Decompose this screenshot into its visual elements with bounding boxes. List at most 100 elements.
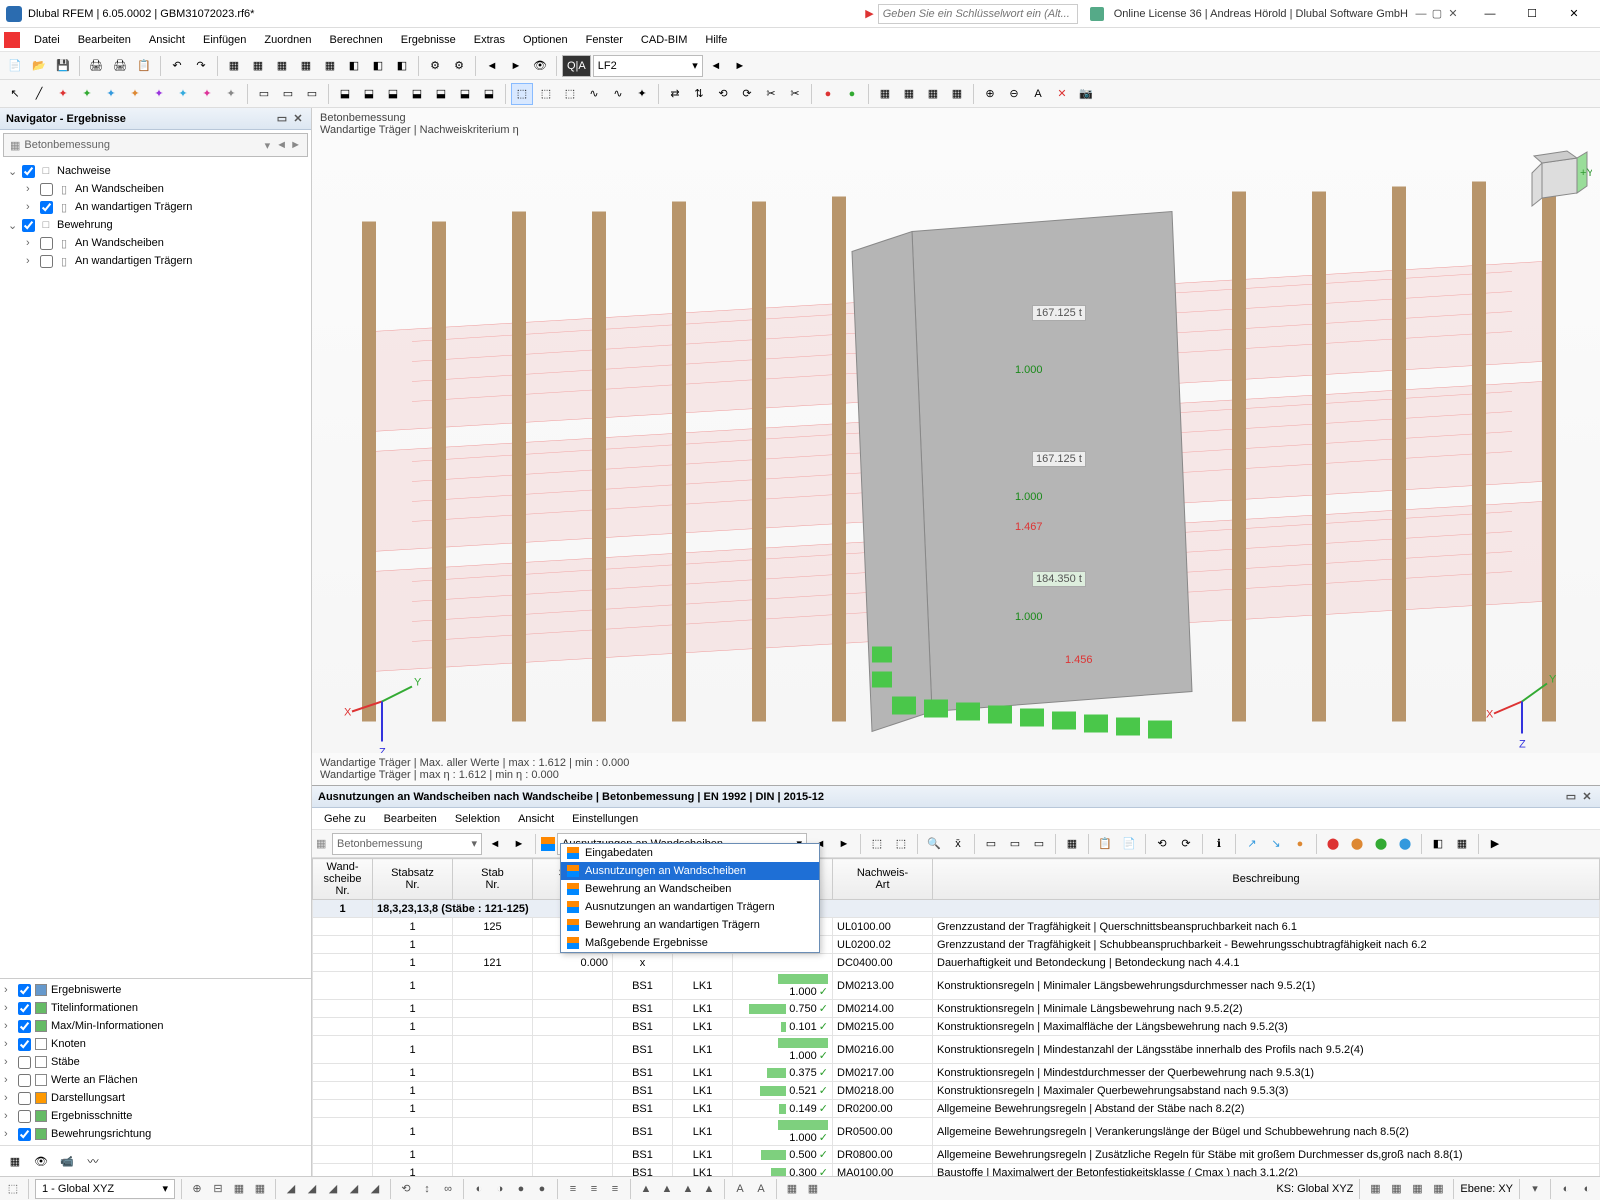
results-pin-icon[interactable]: ▭ xyxy=(1564,790,1578,804)
st-aa[interactable]: ▦ xyxy=(804,1180,822,1198)
tb2-al[interactable]: A xyxy=(1027,83,1049,105)
menu-fenster[interactable]: Fenster xyxy=(578,32,631,48)
navbot-c[interactable]: 📹 xyxy=(56,1150,78,1172)
lower-item[interactable]: ›Ergebniswerte xyxy=(4,981,307,999)
tb2-x[interactable]: ⇄ xyxy=(664,83,686,105)
menu-extras[interactable]: Extras xyxy=(466,32,513,48)
st-o[interactable]: ● xyxy=(512,1180,530,1198)
tb2-ak[interactable]: ⊖ xyxy=(1003,83,1025,105)
rt-g[interactable]: ▭ xyxy=(1028,833,1050,855)
open-icon[interactable]: 📂 xyxy=(28,55,50,77)
tb2-u[interactable]: ∿ xyxy=(583,83,605,105)
tb-b[interactable]: ▦ xyxy=(247,55,269,77)
line-icon[interactable]: ╱ xyxy=(28,83,50,105)
tb2-z[interactable]: ⟲ xyxy=(712,83,734,105)
tb2-ad[interactable]: ● xyxy=(817,83,839,105)
undo-icon[interactable]: ↶ xyxy=(166,55,188,77)
col-desc[interactable]: Beschreibung xyxy=(933,859,1600,900)
save-icon[interactable]: 💾 xyxy=(52,55,74,77)
table-row[interactable]: 1BS1LK1 0.500✓DR0800.00Allgemeine Bewehr… xyxy=(313,1146,1600,1164)
print2-icon[interactable]: 🖨 xyxy=(109,55,131,77)
select-icon[interactable]: ↖ xyxy=(4,83,26,105)
panel-pin-icon[interactable]: ▭ xyxy=(275,112,289,126)
navigator-combo[interactable]: ▦ Betonbemessung ▾ ◄ ► xyxy=(3,133,308,157)
menu-einfuegen[interactable]: Einfügen xyxy=(195,32,254,48)
mdi-max-icon[interactable]: ▢ xyxy=(1430,7,1444,21)
st-ag[interactable]: ◐ xyxy=(1557,1180,1575,1198)
tb2-aj[interactable]: ⊕ xyxy=(979,83,1001,105)
st-l[interactable]: ∞ xyxy=(439,1180,457,1198)
resmenu-gehezu[interactable]: Gehe zu xyxy=(316,811,374,827)
status-cs-combo[interactable]: 1 - Global XYZ▾ xyxy=(35,1179,175,1199)
copy-icon[interactable]: 📋 xyxy=(133,55,155,77)
st-v[interactable]: ▲ xyxy=(679,1180,697,1198)
tb-nav[interactable]: ◄ xyxy=(481,55,503,77)
rt-q[interactable]: ⬤ xyxy=(1322,833,1344,855)
st-c[interactable]: ▦ xyxy=(230,1180,248,1198)
rt-prev[interactable]: ◄ xyxy=(484,833,506,855)
tb2-m[interactable]: ⬓ xyxy=(358,83,380,105)
table-row[interactable]: 1BS1LK1 0.521✓DM0218.00Konstruktionsrege… xyxy=(313,1082,1600,1100)
tb2-e[interactable]: ✦ xyxy=(148,83,170,105)
st-ah[interactable]: ◐ xyxy=(1578,1180,1596,1198)
print-icon[interactable]: 🖨 xyxy=(85,55,107,77)
menu-cadbim[interactable]: CAD-BIM xyxy=(633,32,695,48)
st-z[interactable]: ▦ xyxy=(783,1180,801,1198)
tb-d[interactable]: ▦ xyxy=(295,55,317,77)
tb2-ai[interactable]: ▦ xyxy=(946,83,968,105)
tb2-j[interactable]: ▭ xyxy=(277,83,299,105)
table-row[interactable]: 1BS1LK1 0.101✓DM0215.00Konstruktionsrege… xyxy=(313,1018,1600,1036)
tb2-n[interactable]: ⬓ xyxy=(382,83,404,105)
tb2-p[interactable]: ⬓ xyxy=(430,83,452,105)
rt-e[interactable]: ▭ xyxy=(980,833,1002,855)
lower-item[interactable]: ›Max/Min-Informationen xyxy=(4,1017,307,1035)
resmenu-selektion[interactable]: Selektion xyxy=(447,811,508,827)
calc2-icon[interactable]: ⚙ xyxy=(448,55,470,77)
menu-ergebnisse[interactable]: Ergebnisse xyxy=(393,32,464,48)
st-g[interactable]: ◢ xyxy=(324,1180,342,1198)
rt-c[interactable]: 🔍 xyxy=(923,833,945,855)
lower-item[interactable]: ›Darstellungsart xyxy=(4,1089,307,1107)
st-m[interactable]: ◐ xyxy=(470,1180,488,1198)
rt-next[interactable]: ► xyxy=(508,833,530,855)
dropdown-item[interactable]: Ausnutzungen an Wandscheiben xyxy=(561,862,819,880)
table-row[interactable]: 11250.000UL0100.00Grenzzustand der Tragf… xyxy=(313,918,1600,936)
col-stab[interactable]: StabNr. xyxy=(453,859,533,900)
dropdown-item[interactable]: Bewehrung an Wandscheiben xyxy=(561,880,819,898)
tb2-af[interactable]: ▦ xyxy=(874,83,896,105)
selmode-icon[interactable]: ⬚ xyxy=(511,83,533,105)
lower-item[interactable]: ›Stäbe xyxy=(4,1053,307,1071)
tb2-s[interactable]: ⬚ xyxy=(535,83,557,105)
rt-l[interactable]: ⟳ xyxy=(1175,833,1197,855)
mdi-close-icon[interactable]: ✕ xyxy=(1446,7,1460,21)
tb2-w[interactable]: ✦ xyxy=(631,83,653,105)
st-x[interactable]: A xyxy=(731,1180,749,1198)
tb-g[interactable]: ◧ xyxy=(367,55,389,77)
st-h[interactable]: ◢ xyxy=(345,1180,363,1198)
resmenu-ansicht[interactable]: Ansicht xyxy=(510,811,562,827)
lf-combo[interactable]: LF2▾ xyxy=(593,55,703,77)
lower-item[interactable]: ›Titelinformationen xyxy=(4,999,307,1017)
st-p[interactable]: ● xyxy=(533,1180,551,1198)
table-row[interactable]: 1BS1LK1 1.000✓DM0213.00Konstruktionsrege… xyxy=(313,972,1600,1000)
dropdown-item[interactable]: Bewehrung an wandartigen Trägern xyxy=(561,916,819,934)
table-row[interactable]: 11210.000xDC0400.00Dauerhaftigkeit und B… xyxy=(313,954,1600,972)
navbot-d[interactable]: 〰 xyxy=(82,1150,104,1172)
dropdown-item[interactable]: Maßgebende Ergebnisse xyxy=(561,934,819,952)
tb2-ah[interactable]: ▦ xyxy=(922,83,944,105)
viewcube[interactable]: +Y xyxy=(1522,148,1592,218)
col-art[interactable]: Nachweis-Art xyxy=(833,859,933,900)
tb-h[interactable]: ◧ xyxy=(391,55,413,77)
new-icon[interactable]: 📄 xyxy=(4,55,26,77)
lf-next[interactable]: ► xyxy=(729,55,751,77)
tb2-q[interactable]: ⬓ xyxy=(454,83,476,105)
tb2-a[interactable]: ✦ xyxy=(52,83,74,105)
lower-item[interactable]: ›Ergebnisschnitte xyxy=(4,1107,307,1125)
rt-h[interactable]: ▦ xyxy=(1061,833,1083,855)
tree-item[interactable]: ⌄□Nachweise xyxy=(4,162,307,180)
st-ae[interactable]: ▦ xyxy=(1429,1180,1447,1198)
tb-e[interactable]: ▦ xyxy=(319,55,341,77)
rt-b[interactable]: ⬚ xyxy=(890,833,912,855)
lower-item[interactable]: ›Bewehrungsrichtung xyxy=(4,1125,307,1143)
st-y[interactable]: A xyxy=(752,1180,770,1198)
